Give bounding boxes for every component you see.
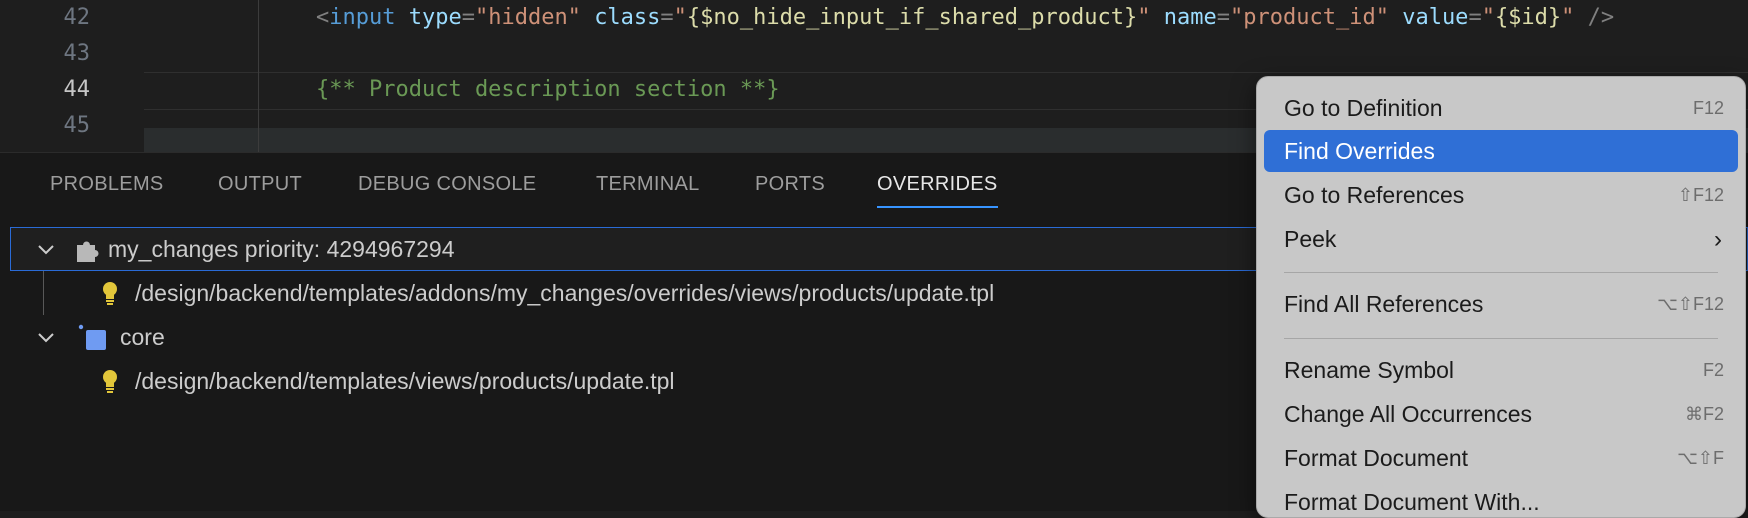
line-number-gutter: 42 43 44 45: [0, 0, 110, 152]
token-attr: name: [1163, 5, 1217, 30]
chevron-right-icon: ›: [1714, 226, 1722, 253]
token-quote: ": [1561, 5, 1575, 30]
menu-item-shortcut: F2: [1702, 360, 1724, 380]
menu-item-label: Change All Occurrences: [1284, 401, 1533, 427]
tree-item-label: core: [120, 324, 165, 350]
menu-item-label: Format Document: [1284, 445, 1469, 471]
indent-guide: [258, 0, 259, 152]
menu-item-shortcut: F12: [1692, 98, 1724, 118]
token-attr: class: [594, 5, 661, 30]
tree-item-label: /design/backend/templates/views/products…: [135, 368, 675, 394]
token-bracket: <: [316, 5, 330, 30]
menu-item-shortcut: ⌥⇧F: [1677, 448, 1724, 468]
line-number: 42: [63, 5, 91, 30]
menu-item-label: Find All References: [1284, 291, 1484, 317]
token-attr: value: [1402, 5, 1469, 30]
token-attr: type: [408, 5, 462, 30]
line-number: 43: [63, 41, 91, 66]
context-menu: Go to Definition F12 Find Overrides Go t…: [1256, 76, 1746, 518]
menu-item-label: Go to References: [1284, 182, 1465, 208]
menu-item-change-all-occurrences[interactable]: Change All Occurrences ⌘F2: [1264, 393, 1738, 435]
menu-item-shortcut: ⇧F12: [1677, 185, 1724, 205]
code-line-42[interactable]: <input type="hidden" class="{$no_hide_in…: [316, 0, 1614, 36]
menu-item-format-document[interactable]: Format Document ⌥⇧F: [1264, 437, 1738, 479]
line-number-active: 44: [63, 77, 91, 102]
menu-item-label: Go to Definition: [1284, 95, 1443, 121]
token-quote: ": [1137, 5, 1151, 30]
tab-problems[interactable]: PROBLEMS: [50, 173, 164, 196]
tab-output[interactable]: OUTPUT: [218, 173, 302, 196]
cube-icon: [78, 324, 106, 350]
line-number: 45: [63, 113, 91, 138]
lightbulb-icon: [103, 282, 117, 305]
token-quote: ": [1481, 5, 1495, 30]
code-line-44-comment[interactable]: {** Product description section **}: [316, 72, 780, 108]
token-eq: =: [1216, 5, 1230, 30]
menu-separator: [1284, 272, 1718, 273]
token-bracket: />: [1574, 5, 1615, 30]
chevron-down-icon[interactable]: [36, 327, 56, 347]
token-quote: ": [673, 5, 687, 30]
menu-item-go-to-definition[interactable]: Go to Definition F12: [1264, 87, 1738, 129]
tree-item-label: /design/backend/templates/addons/my_chan…: [135, 280, 995, 306]
menu-item-label: Peek: [1284, 226, 1337, 252]
menu-item-peek[interactable]: Peek ›: [1264, 218, 1738, 260]
token-eq: =: [461, 5, 475, 30]
menu-item-rename-symbol[interactable]: Rename Symbol F2: [1264, 349, 1738, 391]
token-variable: {$no_hide_input_if_shared_product}: [686, 5, 1138, 30]
token-string: "product_id": [1230, 5, 1389, 30]
tree-item-label: my_changes priority: 4294967294: [108, 236, 455, 262]
menu-item-shortcut: ⌥⇧F12: [1657, 294, 1724, 314]
token-tag: input: [329, 5, 396, 30]
token-eq: =: [660, 5, 674, 30]
menu-item-shortcut: ⌘F2: [1684, 404, 1724, 424]
menu-item-go-to-references[interactable]: Go to References ⇧F12: [1264, 174, 1738, 216]
tab-ports[interactable]: PORTS: [755, 173, 825, 196]
menu-item-find-overrides[interactable]: Find Overrides: [1264, 130, 1738, 172]
menu-item-label: Find Overrides: [1284, 138, 1435, 164]
menu-item-label: Rename Symbol: [1284, 357, 1455, 383]
lightbulb-icon: [103, 370, 117, 393]
token-eq: =: [1468, 5, 1482, 30]
menu-separator: [1284, 338, 1718, 339]
tab-terminal[interactable]: TERMINAL: [596, 173, 700, 196]
token-variable: {$id}: [1494, 5, 1562, 30]
tab-debug-console[interactable]: DEBUG CONSOLE: [358, 173, 536, 196]
menu-item-format-document-with[interactable]: Format Document With...: [1264, 481, 1738, 517]
tab-overrides[interactable]: OVERRIDES: [877, 173, 998, 208]
menu-item-label: Format Document With...: [1284, 489, 1540, 515]
chevron-down-icon[interactable]: [36, 239, 56, 259]
puzzle-icon: [77, 241, 99, 262]
token-string: "hidden": [474, 5, 581, 30]
menu-item-find-all-references[interactable]: Find All References ⌥⇧F12: [1264, 283, 1738, 325]
indent-guide: [43, 271, 44, 315]
